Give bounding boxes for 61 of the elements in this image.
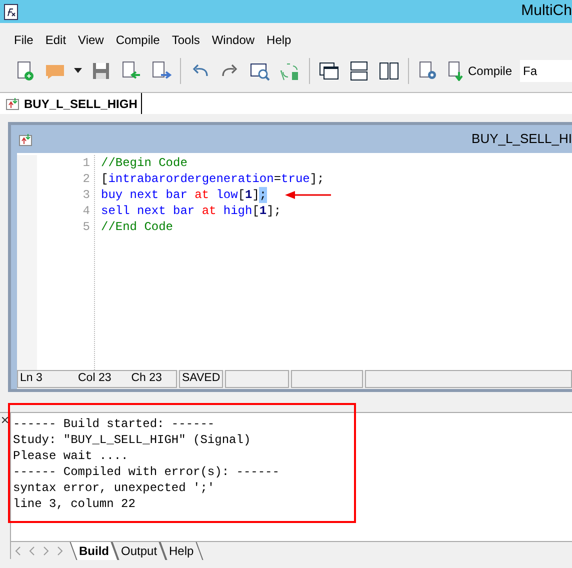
line-number: 5: [82, 219, 90, 235]
editor-title: BUY_L_SELL_HI: [472, 130, 572, 148]
window-title: MultiCh: [521, 1, 572, 22]
output-line: line 3, column 22: [13, 496, 136, 512]
menu-item[interactable]: Help: [266, 31, 292, 49]
code-token: sell next bar: [101, 203, 195, 219]
code-token: 1: [245, 187, 252, 203]
status-cell: SAVED: [179, 370, 224, 388]
menu-item[interactable]: Edit: [45, 31, 66, 49]
output-tab[interactable]: Help: [160, 542, 203, 560]
signal-icon: [6, 97, 20, 110]
code-token: [: [101, 171, 108, 187]
split-horizontal-icon[interactable]: [348, 60, 370, 82]
code-token: //Begin Code: [101, 155, 188, 171]
output-line: Study: "BUY_L_SELL_HIGH" (Signal): [13, 432, 252, 448]
code-token: =: [274, 171, 282, 187]
output-line: ------ Build started: ------: [13, 416, 216, 432]
menu-item[interactable]: View: [78, 31, 104, 49]
cascade-windows-icon[interactable]: [318, 60, 340, 82]
code-editor[interactable]: 1 2 3 4 5 //Begin Code [intrabarordergeneration=true]; buy next bar at low[1]; sell next bar at high[1]; //End Code: [17, 153, 572, 370]
status-text: Ch 23: [131, 371, 162, 386]
code-token: intrabarordergeneration: [108, 171, 274, 187]
app-icon: [4, 4, 18, 20]
output-tab[interactable]: Build: [70, 542, 118, 560]
caret-icon[interactable]: [74, 68, 82, 74]
code-token: ];: [266, 203, 282, 219]
code-token: low: [216, 187, 238, 203]
line-number: 4: [82, 203, 90, 219]
output-line: syntax error, unexpected ';': [13, 480, 216, 496]
code-token: ];: [310, 171, 324, 187]
output-tab[interactable]: Output: [112, 542, 166, 560]
code-token: true: [281, 171, 310, 187]
code-token: buy next bar: [101, 187, 188, 203]
code-token: at: [194, 187, 210, 203]
signal-icon: [19, 132, 33, 146]
compile-icon: [447, 61, 465, 81]
line-number: 1: [82, 155, 90, 171]
status-text: Ln 3: [20, 371, 44, 386]
line-number: 3: [82, 187, 90, 203]
menu-item[interactable]: Compile: [116, 31, 160, 49]
menu-item[interactable]: File: [14, 31, 34, 49]
line-number: 2: [82, 171, 90, 187]
code-token: [: [238, 187, 246, 203]
output-line: ------ Compiled with error(s): ------: [13, 464, 280, 480]
status-cell: [225, 370, 290, 388]
code-token: high: [223, 203, 252, 219]
split-vertical-icon[interactable]: [378, 60, 400, 82]
save-icon[interactable]: [90, 60, 112, 82]
code-token: 1: [259, 203, 267, 219]
output-line: Please wait ....: [13, 448, 130, 464]
code-token: //End Code: [101, 219, 174, 235]
menu-item[interactable]: Tools: [172, 31, 200, 49]
close-icon[interactable]: [2, 417, 8, 423]
menu-item[interactable]: Window: [212, 31, 255, 49]
status-text: Col 23: [78, 371, 112, 386]
input-field[interactable]: Fa: [520, 60, 572, 82]
code-token: [: [252, 203, 260, 219]
code-token: at: [202, 203, 216, 219]
code-token: ]: [252, 187, 260, 203]
compile-button[interactable]: Compile: [447, 61, 512, 81]
code-token: ;: [259, 187, 267, 203]
